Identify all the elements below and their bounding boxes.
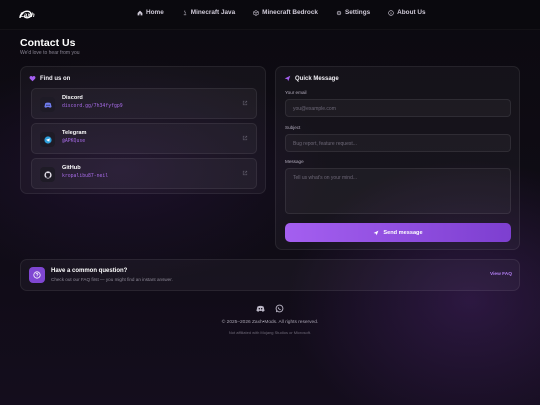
page-subtitle: We'd love to hear from you (20, 50, 80, 56)
nav-home[interactable]: Home (137, 9, 164, 16)
telegram-name: Telegram (62, 130, 87, 136)
email-label: Your email (285, 90, 307, 95)
find-us-card: Find us on Discord discord.gg/7h34fyfgp9… (20, 66, 266, 194)
message-textarea[interactable]: Tell us what's on your mind... (285, 168, 511, 214)
nav-settings-label: Settings (344, 9, 371, 16)
subject-label: Subject (285, 125, 301, 130)
nav-minecraft-bedrock-label: Minecraft Bedrock (262, 9, 318, 16)
social-link-telegram[interactable]: Telegram @APKQuse (31, 123, 257, 154)
affiliation-text: Not affiliated with Mojang Studios or Mi… (228, 330, 312, 335)
discord-name: Discord (62, 95, 83, 101)
subject-placeholder: Bug report, feature request... (293, 141, 357, 147)
send-message-label: Send message (383, 229, 423, 236)
subject-input[interactable]: Bug report, feature request... (285, 134, 511, 152)
nav-about-us[interactable]: About Us (388, 9, 426, 16)
message-placeholder: Tell us what's on your mind... (293, 175, 358, 181)
whatsapp-icon[interactable] (275, 304, 284, 313)
send-message-button[interactable]: Send message (285, 223, 511, 242)
quick-message-card: Quick Message Your email you@example.com… (275, 66, 520, 250)
nav-minecraft-java[interactable]: Minecraft Java (182, 9, 235, 16)
faq-title: Have a common question? (51, 268, 128, 274)
find-us-title-text: Find us on (40, 75, 71, 82)
quick-message-title-text: Quick Message (295, 75, 339, 82)
info-icon (388, 9, 394, 16)
java-icon (183, 9, 186, 15)
telegram-icon (43, 135, 52, 144)
telegram-handle: @APKQuse (62, 139, 86, 144)
email-input[interactable]: you@example.com (285, 99, 511, 117)
main-nav: Home Minecraft Java Minecraft Bedrock Se… (137, 9, 444, 16)
social-link-github[interactable]: GitHub kropalibu87-neil (31, 158, 257, 189)
social-link-discord[interactable]: Discord discord.gg/7h34fyfgp9 (31, 88, 257, 119)
footer-social-icons (256, 304, 284, 313)
faq-text: Check out our FAQ first — you might find… (51, 277, 173, 282)
nav-home-label: Home (146, 9, 164, 16)
email-placeholder: you@example.com (293, 106, 336, 112)
nav-about-us-label: About Us (397, 9, 426, 16)
quick-message-title: Quick Message (284, 75, 339, 82)
copyright-text: © 2025–2026 Zaxh•Mods. All rights reserv… (221, 320, 319, 325)
discord-handle: discord.gg/7h34fyfgp9 (62, 104, 123, 109)
paper-plane-icon (374, 230, 379, 235)
cube-icon (253, 9, 259, 16)
discord-icon (43, 102, 52, 108)
message-label: Message (285, 159, 304, 164)
faq-banner: Have a common question? Check out our FA… (20, 259, 520, 291)
discord-icon[interactable] (256, 304, 265, 313)
view-faq-link[interactable]: View FAQ (490, 272, 512, 277)
nav-minecraft-java-label: Minecraft Java (190, 9, 236, 16)
github-icon (43, 170, 52, 179)
external-link-icon (242, 135, 248, 141)
nav-minecraft-bedrock[interactable]: Minecraft Bedrock (253, 9, 318, 16)
github-handle: kropalibu87-neil (62, 174, 109, 179)
question-icon (33, 271, 41, 279)
gear-icon (336, 10, 342, 15)
page-title: Contact Us (20, 37, 76, 49)
paper-plane-icon (284, 75, 291, 82)
top-nav-bar: Zaxh Home Minecraft Java Minecraft Bedro… (0, 0, 540, 30)
external-link-icon (242, 100, 248, 106)
heart-icon (29, 76, 36, 82)
external-link-icon (242, 170, 248, 176)
logo-text: Zaxh (20, 13, 35, 19)
home-icon (137, 10, 143, 15)
nav-settings[interactable]: Settings (336, 9, 370, 16)
find-us-title: Find us on (29, 75, 70, 82)
github-name: GitHub (62, 165, 81, 171)
